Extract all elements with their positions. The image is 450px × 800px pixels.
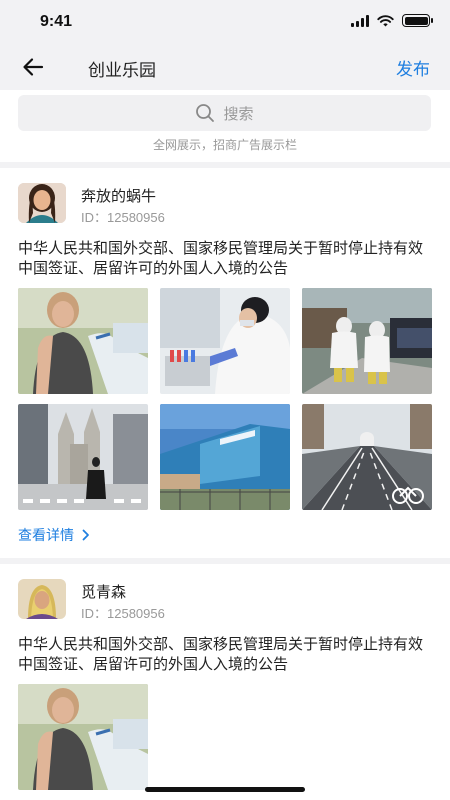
chevron-right-icon xyxy=(82,529,89,541)
status-time: 9:41 xyxy=(40,13,73,30)
status-icons xyxy=(351,14,433,27)
photo-woman-receiving-vaccine[interactable] xyxy=(18,288,148,394)
cellular-signal-icon xyxy=(351,14,369,27)
search-placeholder: 搜索 xyxy=(223,105,254,123)
ad-banner-hint: 全网展示，招商广告展示栏 xyxy=(152,138,297,152)
view-details-label: 查看详情 xyxy=(18,527,74,543)
photo-lab-worker-with-test-tubes[interactable] xyxy=(160,288,290,394)
post-text[interactable]: 中华人民共和国外交部、国家移民管理局关于暂时停止持有效中国签证、居留许可的外国人… xyxy=(18,635,432,675)
photo-workers-in-protective-suits[interactable] xyxy=(302,288,432,394)
author-id: ID：12580956 xyxy=(81,606,165,621)
photo-building-with-blue-sign[interactable] xyxy=(160,404,290,510)
photo-grid xyxy=(18,288,432,510)
view-details-link[interactable]: 查看详情 xyxy=(18,525,90,545)
search-icon xyxy=(196,104,215,122)
page-title: 创业乐园 xyxy=(88,61,156,80)
publish-button[interactable]: 发布 xyxy=(396,55,430,80)
post-text[interactable]: 中华人民共和国外交部、国家移民管理局关于暂时停止持有效中国签证、居留许可的外国人… xyxy=(18,239,432,279)
author-id: ID：12580956 xyxy=(81,210,165,225)
photo-empty-avenue-with-bike-lane[interactable] xyxy=(302,404,432,510)
post-card: 觅青森 ID：12580956 中华人民共和国外交部、国家移民管理局关于暂时停止… xyxy=(0,564,450,800)
avatar[interactable] xyxy=(18,183,66,223)
home-indicator xyxy=(145,787,305,792)
photo-cathedral-street-with-pedestrian[interactable] xyxy=(18,404,148,510)
search-input[interactable]: 搜索 xyxy=(18,95,431,131)
nav-bar: 创业乐园 发布 xyxy=(0,44,450,90)
battery-icon xyxy=(402,14,433,27)
photo-grid xyxy=(18,684,432,790)
author-name[interactable]: 觅青森 xyxy=(81,581,126,602)
post-card: 奔放的蜗牛 ID：12580956 中华人民共和国外交部、国家移民管理局关于暂时… xyxy=(0,168,450,558)
status-bar: 9:41 xyxy=(0,0,450,44)
photo-woman-receiving-vaccine[interactable] xyxy=(18,684,148,790)
back-arrow-icon[interactable] xyxy=(20,54,46,80)
search-area: 搜索 全网展示，招商广告展示栏 xyxy=(0,90,450,162)
author-name[interactable]: 奔放的蜗牛 xyxy=(81,185,156,206)
wifi-icon xyxy=(377,14,394,26)
avatar[interactable] xyxy=(18,579,66,619)
